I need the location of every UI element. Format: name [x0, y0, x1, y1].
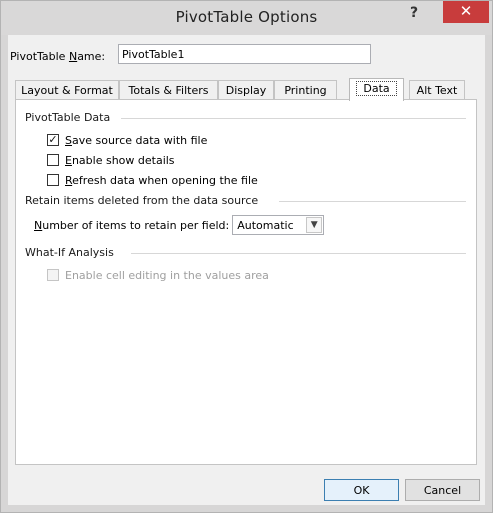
group-retain-items: Retain items deleted from the data sourc…: [25, 194, 259, 207]
tab-layout-format[interactable]: Layout & Format: [15, 80, 119, 100]
pivottable-name-input[interactable]: [118, 44, 371, 64]
data-tab-panel: PivotTable Data Save source data with fi…: [15, 99, 477, 465]
tab-printing[interactable]: Printing: [274, 80, 337, 100]
close-icon: ✕: [459, 2, 473, 20]
retain-items-row: Number of items to retain per field: Aut…: [34, 215, 325, 235]
tab-display[interactable]: Display: [218, 80, 274, 100]
refresh-on-open-option[interactable]: Refresh data when opening the file: [47, 172, 258, 188]
enable-show-details-label: Enable show details: [65, 153, 175, 167]
tab-alt-text[interactable]: Alt Text: [409, 80, 465, 100]
title-bar: PivotTable Options ? ✕: [1, 1, 492, 35]
retain-items-value: Automatic: [237, 218, 294, 232]
group-divider: [279, 201, 466, 202]
group-divider: [131, 253, 466, 254]
group-what-if-analysis: What-If Analysis: [25, 246, 114, 259]
tab-data[interactable]: Data: [349, 78, 404, 101]
enable-show-details-option[interactable]: Enable show details: [47, 152, 175, 168]
ok-button[interactable]: OK: [324, 479, 399, 501]
chevron-down-icon[interactable]: ▼: [306, 217, 323, 233]
retain-items-select[interactable]: Automatic ▼: [232, 215, 325, 235]
save-source-data-option[interactable]: Save source data with file: [47, 132, 207, 148]
enable-cell-editing-label: Enable cell editing in the values area: [65, 268, 269, 282]
save-source-data-checkbox[interactable]: [47, 134, 59, 146]
close-button[interactable]: ✕: [443, 1, 489, 23]
pivottable-options-dialog: PivotTable Options ? ✕ PivotTable Name: …: [0, 0, 493, 513]
refresh-on-open-label: Refresh data when opening the file: [65, 173, 258, 187]
dialog-body: PivotTable Name: Layout & Format Totals …: [8, 35, 485, 505]
tab-totals-filters[interactable]: Totals & Filters: [119, 80, 218, 100]
enable-cell-editing-option: Enable cell editing in the values area: [47, 267, 269, 283]
save-source-data-label: Save source data with file: [65, 133, 208, 147]
retain-items-label: Number of items to retain per field:: [34, 218, 230, 232]
help-button[interactable]: ?: [401, 3, 427, 25]
cancel-button[interactable]: Cancel: [405, 479, 480, 501]
tab-strip: Layout & Format Totals & Filters Display…: [15, 78, 477, 101]
pivottable-name-label: PivotTable Name:: [10, 50, 106, 63]
enable-show-details-checkbox[interactable]: [47, 154, 59, 166]
refresh-on-open-checkbox[interactable]: [47, 174, 59, 186]
group-pivottable-data: PivotTable Data: [25, 111, 111, 124]
enable-cell-editing-checkbox: [47, 269, 59, 281]
group-divider: [121, 118, 466, 119]
